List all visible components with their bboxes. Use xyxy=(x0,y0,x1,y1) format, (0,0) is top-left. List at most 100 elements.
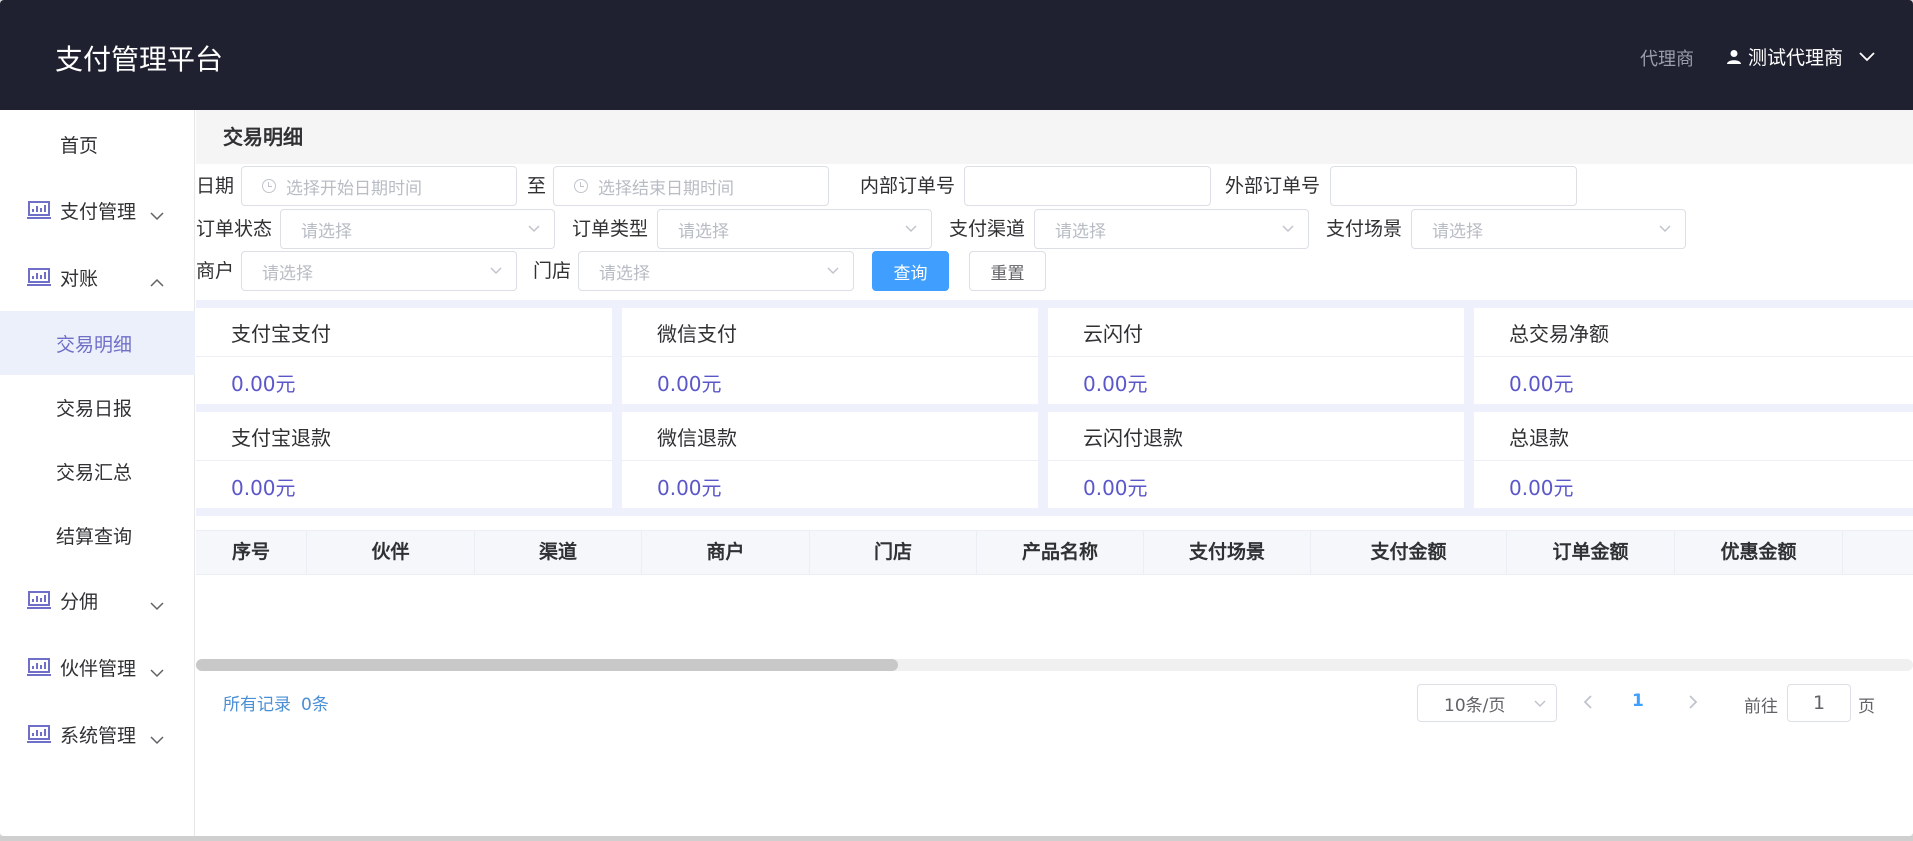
column-header[interactable]: 商户 xyxy=(642,531,810,574)
stat-card: 支付宝支付 0.00元 xyxy=(196,308,612,404)
stat-card: 总交易净额 0.00元 xyxy=(1474,308,1913,404)
sidebar: 首页 支付管理 对账 交易明细 交易日报 交易汇总 结算查询 分佣 伙伴管理 系… xyxy=(0,110,195,836)
to-label: 至 xyxy=(527,175,547,197)
sidebar-item-label: 交易日报 xyxy=(56,397,133,420)
stat-card: 总退款 0.00元 xyxy=(1474,412,1913,508)
page-number-current[interactable]: 1 xyxy=(1632,691,1644,711)
sidebar-item-label: 首页 xyxy=(60,134,99,157)
user-menu[interactable]: 测试代理商 xyxy=(1726,43,1875,70)
clock-icon xyxy=(262,179,276,193)
main-content: 交易明细 日期 选择开始日期时间 至 选择结束日期时间 内部订单号 外部订单号 … xyxy=(196,110,1913,836)
stat-title: 微信支付 xyxy=(657,322,737,346)
inner-order-input[interactable] xyxy=(964,166,1211,206)
chevron-down-icon xyxy=(150,728,164,745)
chevron-down-icon xyxy=(827,267,839,275)
store-label: 门店 xyxy=(533,260,572,282)
column-header[interactable]: 支付金额 xyxy=(1311,531,1507,574)
select-placeholder: 请选择 xyxy=(262,263,313,284)
chevron-up-icon xyxy=(150,271,164,287)
sidebar-item-label: 交易汇总 xyxy=(56,461,133,484)
sidebar-sub-transaction-detail[interactable]: 交易明细 xyxy=(0,311,195,375)
chevron-down-icon xyxy=(490,267,502,275)
stat-title: 微信退款 xyxy=(657,426,737,450)
chevron-down-icon xyxy=(1859,51,1875,62)
stat-title: 支付宝退款 xyxy=(231,426,331,450)
chevron-down-icon xyxy=(1534,700,1546,708)
chevron-down-icon xyxy=(150,661,164,678)
column-header[interactable]: 订单金额 xyxy=(1507,531,1675,574)
order-status-select[interactable]: 请选择 xyxy=(280,209,555,249)
chevron-down-icon xyxy=(905,225,917,233)
column-header[interactable]: 产品名称 xyxy=(977,531,1144,574)
order-type-label: 订单类型 xyxy=(572,218,649,240)
store-select[interactable]: 请选择 xyxy=(578,251,854,291)
merchant-select[interactable]: 请选择 xyxy=(241,251,517,291)
sidebar-item-commission[interactable]: 分佣 xyxy=(0,570,195,630)
chevron-down-icon xyxy=(528,225,540,233)
sidebar-item-partner-management[interactable]: 伙伴管理 xyxy=(0,637,195,697)
page-size-select[interactable]: 10条/页 xyxy=(1417,684,1557,722)
sidebar-item-label: 对账 xyxy=(60,267,99,290)
pay-channel-label: 支付渠道 xyxy=(949,218,1026,240)
select-placeholder: 请选择 xyxy=(599,263,650,284)
reset-button[interactable]: 重置 xyxy=(969,251,1046,291)
select-placeholder: 请选择 xyxy=(301,221,352,242)
app-window: 支付管理平台 代理商 测试代理商 首页 支付管理 对账 交易明细 交易日报 交易… xyxy=(0,0,1913,836)
start-date-input[interactable]: 选择开始日期时间 xyxy=(241,166,517,206)
sidebar-item-label: 伙伴管理 xyxy=(60,657,137,680)
report-icon xyxy=(27,200,51,220)
sidebar-item-label: 系统管理 xyxy=(60,724,137,747)
sidebar-item-label: 支付管理 xyxy=(60,200,137,223)
column-header[interactable]: 序号 xyxy=(196,531,307,574)
chevron-down-icon xyxy=(150,594,164,611)
sidebar-item-label: 交易明细 xyxy=(56,333,133,356)
role-label: 代理商 xyxy=(1640,49,1694,70)
end-date-input[interactable]: 选择结束日期时间 xyxy=(553,166,829,206)
column-header[interactable]: 支付场景 xyxy=(1144,531,1311,574)
stat-value: 0.00元 xyxy=(231,372,296,396)
total-records: 所有记录 0条 xyxy=(223,690,329,715)
pay-scene-select[interactable]: 请选择 xyxy=(1411,209,1686,249)
sidebar-item-reconciliation[interactable]: 对账 xyxy=(0,247,195,307)
sidebar-sub-transaction-summary[interactable]: 交易汇总 xyxy=(0,439,195,503)
merchant-label: 商户 xyxy=(196,260,235,282)
column-header[interactable]: 优惠金额 xyxy=(1675,531,1843,574)
sidebar-item-label: 分佣 xyxy=(60,590,99,613)
column-header[interactable]: 渠道 xyxy=(475,531,642,574)
sidebar-sub-settlement-query[interactable]: 结算查询 xyxy=(0,503,195,567)
stat-title: 云闪付退款 xyxy=(1083,426,1183,450)
divider xyxy=(1048,460,1464,461)
scrollbar-thumb[interactable] xyxy=(196,659,898,671)
user-name: 测试代理商 xyxy=(1748,47,1844,69)
stat-value: 0.00元 xyxy=(1509,372,1574,396)
query-button[interactable]: 查询 xyxy=(872,251,949,291)
stat-value: 0.00元 xyxy=(1509,476,1574,500)
user-icon xyxy=(1726,49,1742,65)
date-label: 日期 xyxy=(196,175,235,197)
page-title: 交易明细 xyxy=(196,110,1913,164)
sidebar-item-system-management[interactable]: 系统管理 xyxy=(0,704,195,764)
goto-label: 前往 xyxy=(1744,697,1778,717)
outer-order-input[interactable] xyxy=(1330,166,1577,206)
order-type-select[interactable]: 请选择 xyxy=(657,209,932,249)
chevron-left-icon[interactable] xyxy=(1581,690,1595,714)
chevron-down-icon xyxy=(150,204,164,221)
pay-channel-select[interactable]: 请选择 xyxy=(1034,209,1309,249)
stat-card: 支付宝退款 0.00元 xyxy=(196,412,612,508)
column-header[interactable]: 提 xyxy=(1843,531,1913,574)
inner-order-label: 内部订单号 xyxy=(860,175,956,197)
stat-card: 云闪付退款 0.00元 xyxy=(1048,412,1464,508)
goto-page-input[interactable]: 1 xyxy=(1787,684,1851,722)
clock-icon xyxy=(574,179,588,193)
column-header[interactable]: 伙伴 xyxy=(307,531,475,574)
column-header[interactable]: 门店 xyxy=(810,531,977,574)
chevron-down-icon xyxy=(1659,225,1671,233)
page-size-value: 10条/页 xyxy=(1444,695,1506,716)
sidebar-item-home[interactable]: 首页 xyxy=(0,114,195,174)
stat-value: 0.00元 xyxy=(1083,372,1148,396)
sidebar-item-payment-management[interactable]: 支付管理 xyxy=(0,180,195,240)
chevron-right-icon[interactable] xyxy=(1686,690,1700,714)
sidebar-sub-daily-report[interactable]: 交易日报 xyxy=(0,375,195,439)
app-title: 支付管理平台 xyxy=(55,43,224,76)
divider xyxy=(1474,356,1913,357)
